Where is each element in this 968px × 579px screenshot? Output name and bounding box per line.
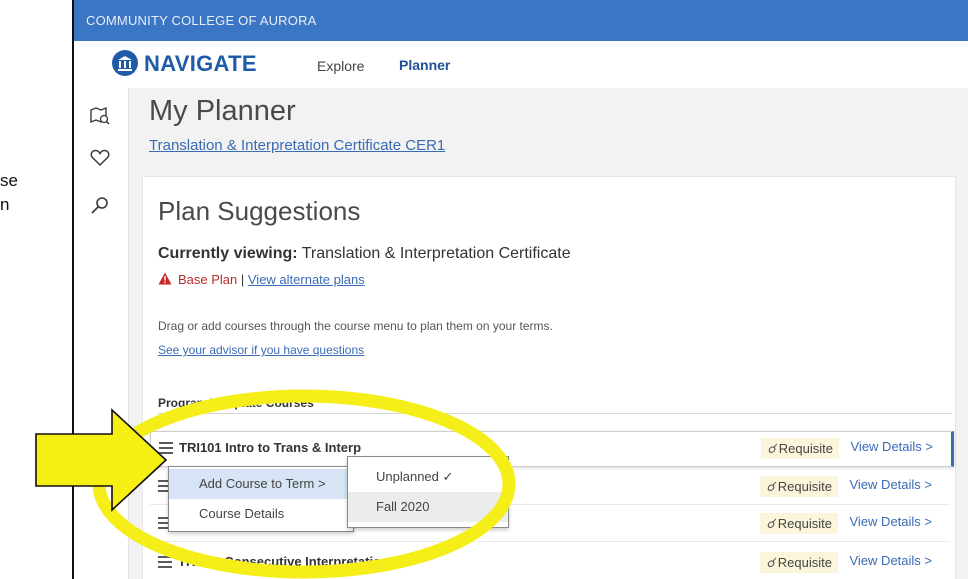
annotation-overlay bbox=[35, 389, 516, 579]
highlight-ellipse bbox=[92, 389, 516, 579]
